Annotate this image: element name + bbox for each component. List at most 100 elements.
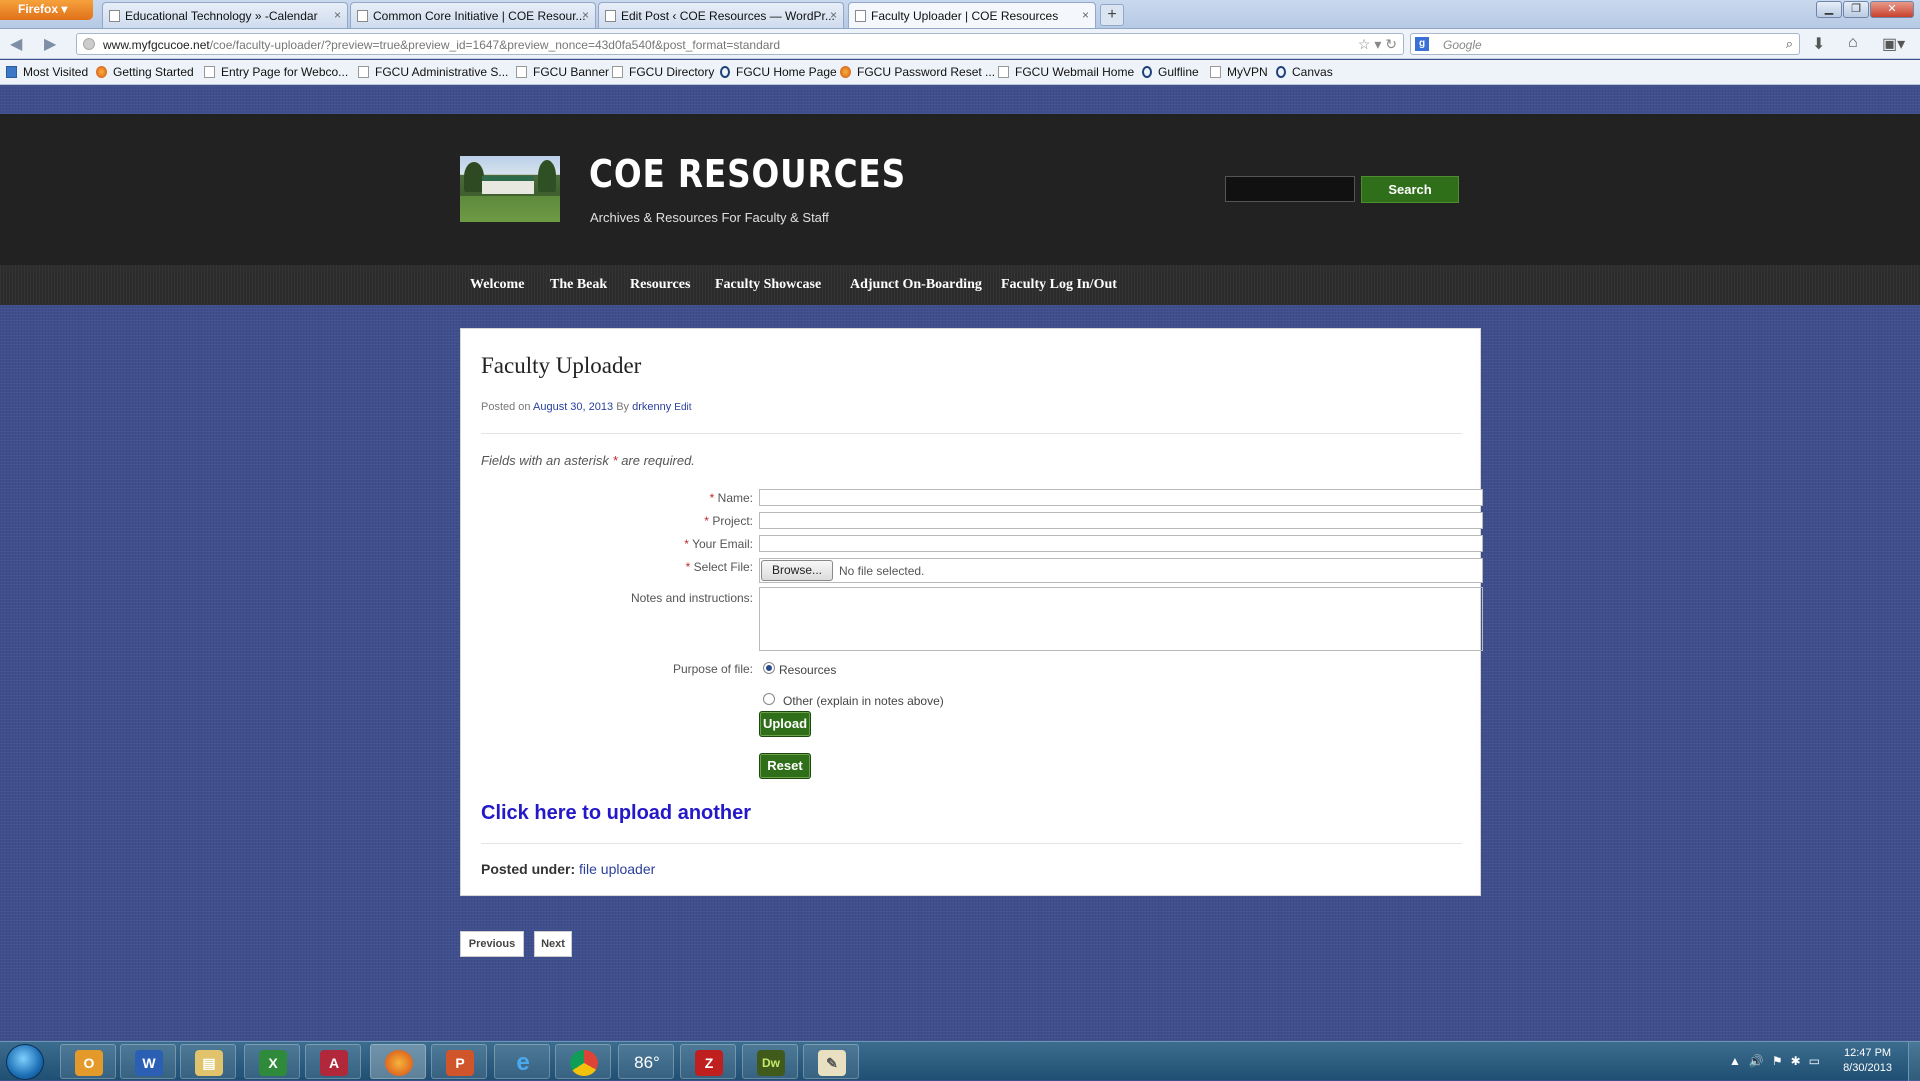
campus-photo[interactable] [460,156,560,222]
windows-taskbar: O W ▤ X A P e 86° Z Dw ✎ ▲🔊⚑✱▭ 12:47 PM … [0,1041,1920,1081]
upload-another-link[interactable]: Click here to upload another [481,802,751,825]
taskbar-powerpoint[interactable]: P [431,1044,487,1079]
globe-icon [83,38,95,50]
browse-button[interactable]: Browse... [761,560,833,581]
tab-edit-post[interactable]: Edit Post ‹ COE Resources — WordPr... × [598,2,844,28]
menu-item-adjunct-onboarding[interactable]: Adjunct On-Boarding [850,277,982,293]
menu-item-welcome[interactable]: Welcome [470,277,524,293]
taskbar-dreamweaver[interactable]: Dw [742,1044,798,1079]
taskbar-word[interactable]: W [120,1044,176,1079]
close-icon[interactable]: × [830,8,837,22]
url-path: /coe/faculty-uploader/?preview=true&prev… [209,38,781,52]
bookmark-star-icon[interactable]: ☆ ▾ ↻ [1358,36,1397,53]
show-desktop-button[interactable] [1908,1042,1920,1081]
posted-under-label: Posted under: [481,861,576,877]
menu-item-resources[interactable]: Resources [630,277,690,293]
site-title[interactable]: COE RESOURCES [589,152,906,196]
tab-title: Edit Post ‹ COE Resources — WordPr... [621,9,835,23]
radio-other[interactable] [763,693,775,705]
required-note: Fields with an asterisk * are required. [481,453,695,468]
home-icon[interactable]: ⌂ [1848,34,1858,52]
category-link[interactable]: file uploader [579,861,655,877]
tab-educational-technology[interactable]: Educational Technology » -Calendar × [102,2,348,28]
post-meta: Posted on August 30, 2013 By drkenny Edi… [481,401,692,413]
bookmark-fgcu-banner[interactable]: FGCU Banner [516,65,609,79]
reset-button[interactable]: Reset [759,753,811,779]
dreamweaver-icon: Dw [757,1050,785,1076]
page-icon [204,66,215,78]
download-icon[interactable]: ⬇ [1812,34,1825,54]
page-icon [1210,66,1221,78]
tab-title: Common Core Initiative | COE Resour... [373,9,586,23]
next-button[interactable]: Next [534,931,572,957]
fgcu-icon [1142,66,1152,78]
main-menu: Welcome The Beak Resources Faculty Showc… [0,265,1920,305]
close-icon[interactable]: × [582,8,589,22]
project-field[interactable] [759,512,1483,529]
page-icon [358,66,369,78]
system-tray[interactable]: ▲🔊⚑✱▭ [1729,1054,1828,1068]
bookmark-myvpn[interactable]: MyVPN [1210,65,1268,79]
meta-prefix: Posted on [481,401,531,413]
address-bar[interactable]: www.myfgcucoe.net/coe/faculty-uploader/?… [76,33,1404,55]
search-icon[interactable]: ⌕ [1786,36,1793,52]
email-field[interactable] [759,535,1483,552]
search-button[interactable]: Search [1361,176,1459,203]
taskbar-chrome[interactable] [555,1044,611,1079]
new-tab-button[interactable]: + [1100,4,1124,26]
search-engine-box[interactable]: g Google ⌕ [1410,33,1800,55]
bookmark-fgcu-administrative[interactable]: FGCU Administrative S... [358,65,508,79]
bookmark-getting-started[interactable]: Getting Started [96,65,194,79]
word-icon: W [135,1050,163,1076]
taskbar-explorer[interactable]: ▤ [180,1044,236,1079]
upload-button[interactable]: Upload [759,711,811,737]
system-clock[interactable]: 12:47 PM 8/30/2013 [1843,1046,1892,1076]
bookmark-canvas[interactable]: Canvas [1276,65,1333,79]
author-link[interactable]: drkenny [632,401,671,413]
edit-link[interactable]: Edit [674,402,691,413]
taskbar-weather[interactable]: 86° [618,1044,674,1079]
page-icon [516,66,527,78]
maximize-button[interactable]: ❐ [1843,1,1869,18]
bookmark-entry-page[interactable]: Entry Page for Webco... [204,65,348,79]
menu-item-the-beak[interactable]: The Beak [550,277,607,293]
back-arrow-icon[interactable]: ◀ [10,34,22,54]
folder-icon: ▤ [195,1050,223,1076]
tab-common-core[interactable]: Common Core Initiative | COE Resour... × [350,2,596,28]
addon-icon[interactable]: ▣▾ [1882,34,1905,54]
notes-textarea[interactable] [759,587,1483,651]
search-input[interactable] [1225,176,1355,202]
page-icon [998,66,1009,78]
bookmark-fgcu-password-reset[interactable]: FGCU Password Reset ... [840,65,995,79]
close-icon[interactable]: × [334,8,341,22]
taskbar-filezilla[interactable]: Z [680,1044,736,1079]
bookmark-fgcu-home-page[interactable]: FGCU Home Page [720,65,837,79]
bookmark-fgcu-webmail[interactable]: FGCU Webmail Home [998,65,1134,79]
start-button[interactable] [6,1044,44,1080]
post-date-link[interactable]: August 30, 2013 [533,401,613,413]
name-field[interactable] [759,489,1483,506]
taskbar-internet-explorer[interactable]: e [494,1044,550,1079]
taskbar-paint[interactable]: ✎ [803,1044,859,1079]
radio-resources-label: Resources [779,663,837,677]
taskbar-outlook[interactable]: O [60,1044,116,1079]
bookmark-gulfline[interactable]: Gulfline [1142,65,1199,79]
bookmark-fgcu-directory[interactable]: FGCU Directory [612,65,714,79]
close-icon[interactable]: × [1082,8,1089,22]
taskbar-excel[interactable]: X [244,1044,300,1079]
filezilla-icon: Z [695,1050,723,1076]
firefox-menu-button[interactable]: Firefox ▾ [0,0,93,20]
minimize-button[interactable]: ▁ [1816,1,1842,18]
bookmark-most-visited[interactable]: Most Visited [6,65,88,79]
radio-resources[interactable] [763,662,775,674]
menu-item-faculty-showcase[interactable]: Faculty Showcase [715,277,821,293]
taskbar-firefox[interactable] [370,1044,426,1079]
taskbar-access[interactable]: A [305,1044,361,1079]
tab-faculty-uploader[interactable]: Faculty Uploader | COE Resources × [848,2,1096,28]
forward-arrow-icon[interactable]: ▶ [44,34,56,54]
name-label: * Name: [709,491,753,505]
menu-item-faculty-login[interactable]: Faculty Log In/Out [1001,277,1117,293]
notes-label: Notes and instructions: [630,591,753,605]
previous-button[interactable]: Previous [460,931,524,957]
close-window-button[interactable]: ✕ [1870,1,1914,18]
